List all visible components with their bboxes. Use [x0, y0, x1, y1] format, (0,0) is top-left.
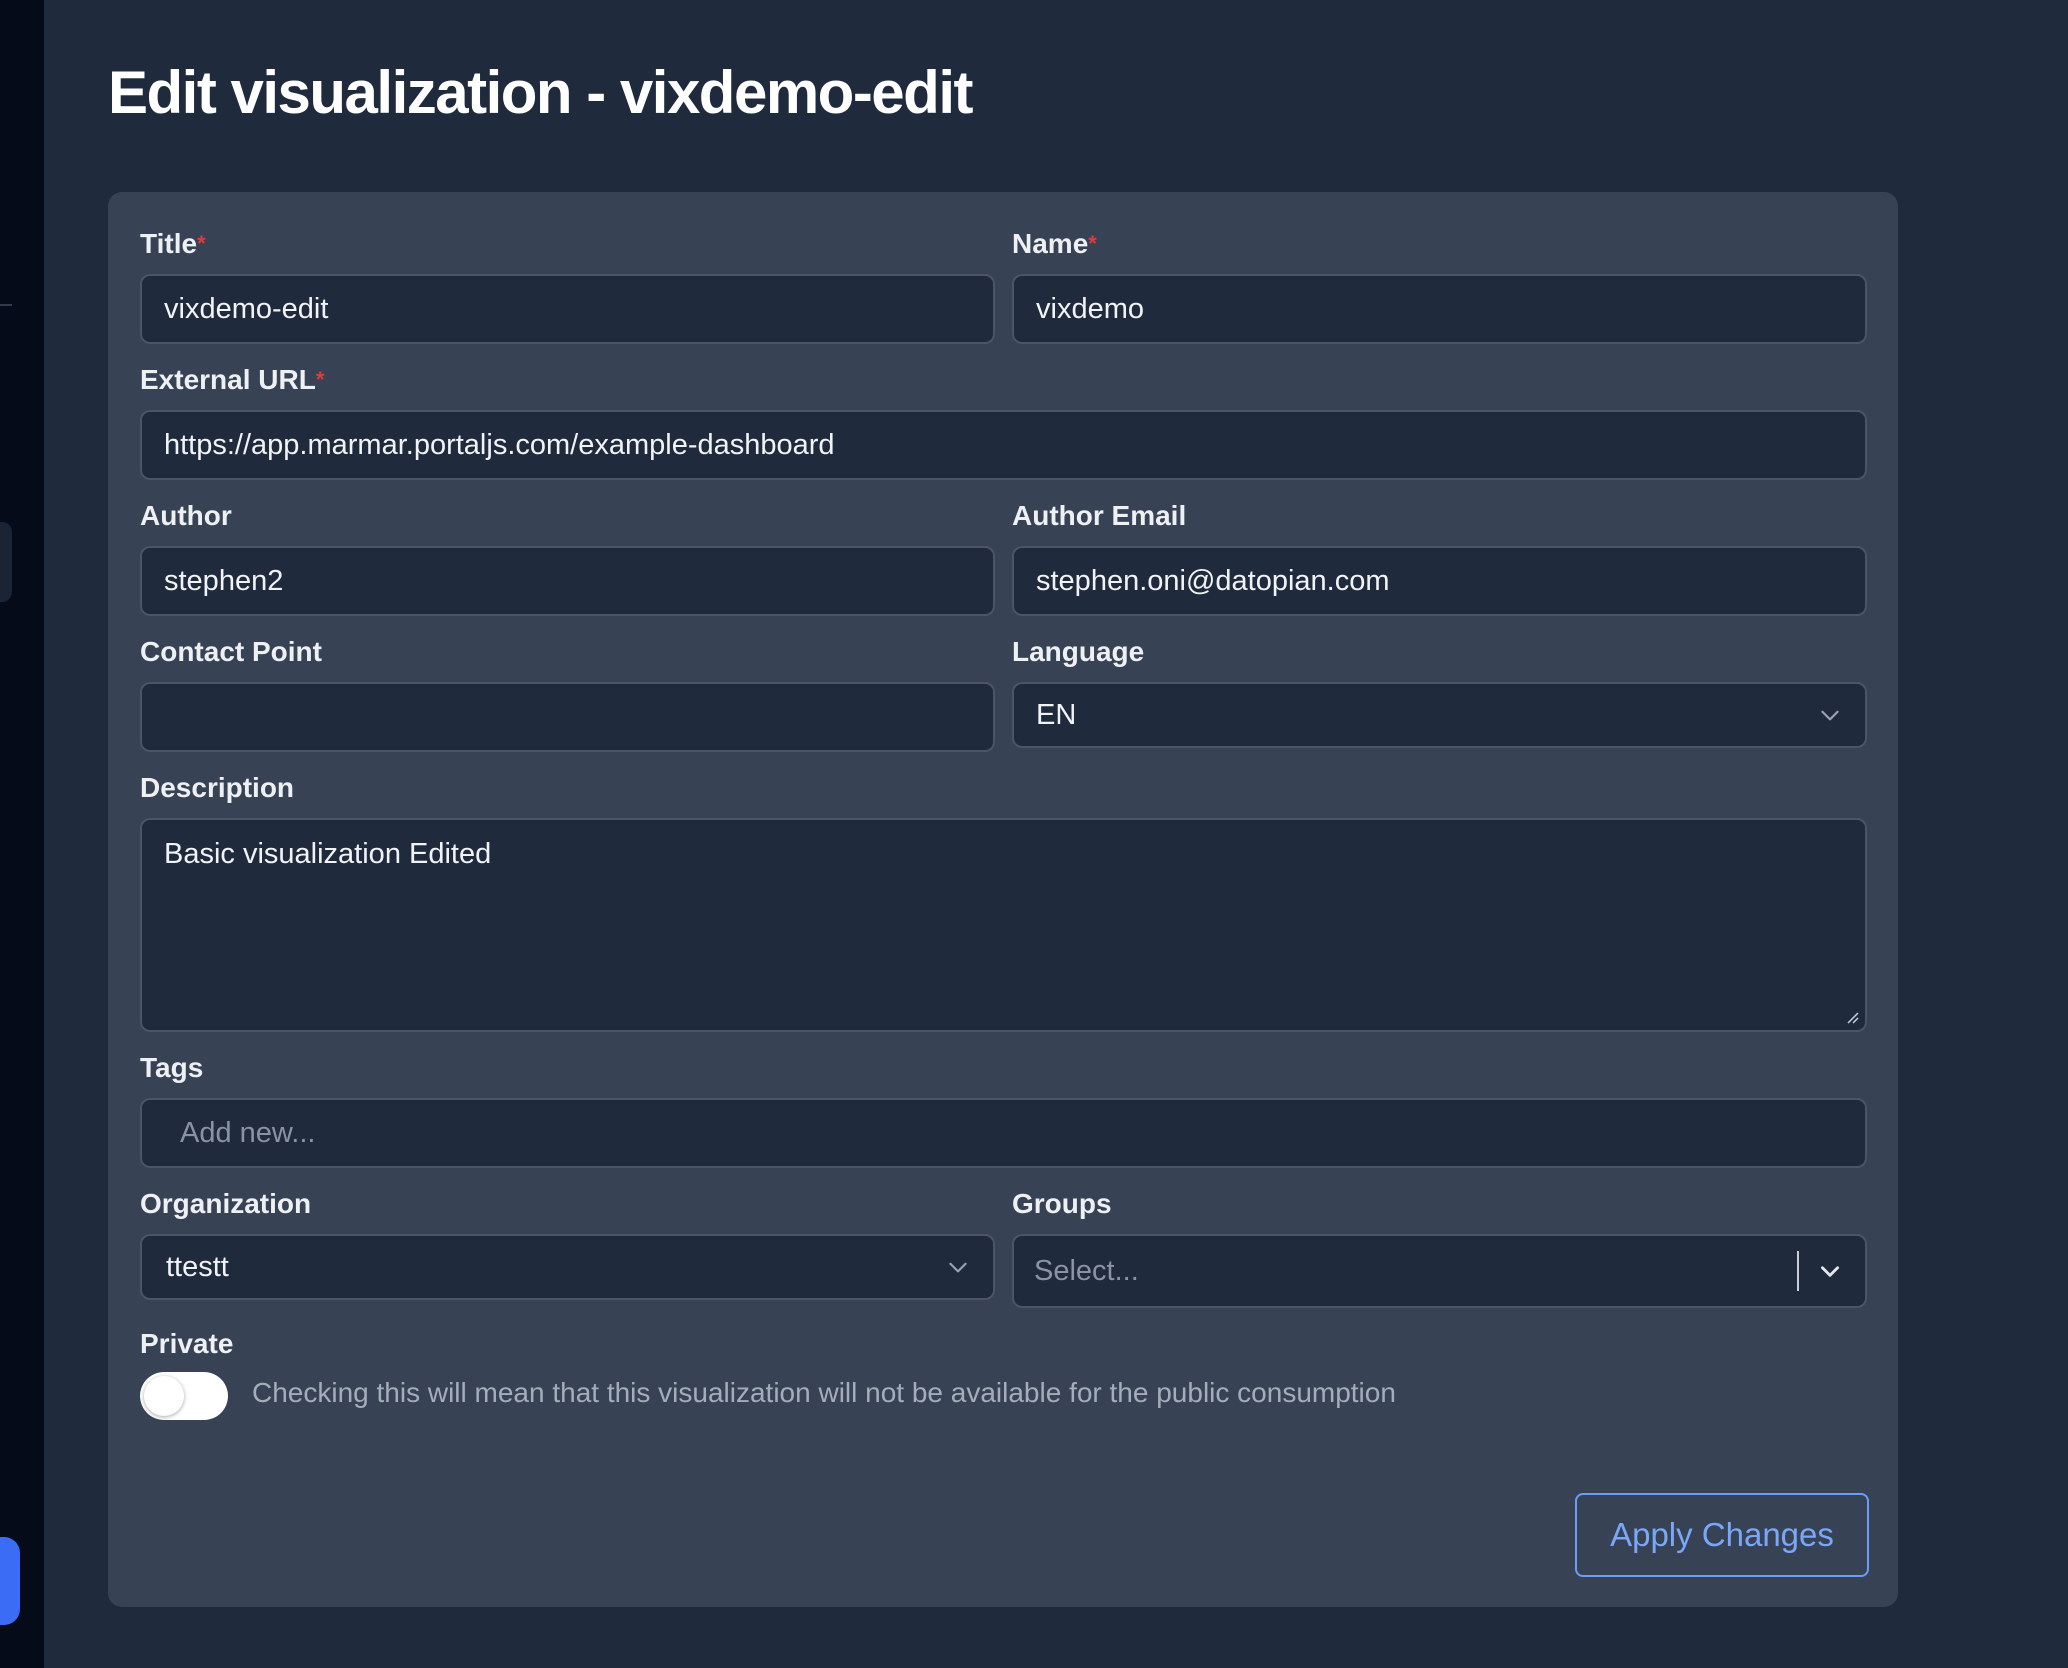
private-toggle[interactable] — [140, 1372, 228, 1420]
sidebar-divider — [0, 304, 12, 306]
private-label: Private — [140, 1328, 234, 1359]
organization-label: Organization — [140, 1188, 312, 1219]
groups-indicators — [1797, 1251, 1843, 1291]
groups-label: Groups — [1012, 1188, 1112, 1219]
chevron-down-icon — [1821, 710, 1839, 721]
external-url-input[interactable]: https://app.marmar.portaljs.com/example-… — [140, 410, 1867, 480]
author-email-label: Author Email — [1012, 500, 1187, 531]
name-label: Name* — [1012, 228, 1097, 259]
page-title: Edit visualization - vixdemo-edit — [108, 59, 973, 126]
groups-separator — [1797, 1251, 1799, 1291]
contact-point-label: Contact Point — [140, 636, 322, 667]
author-email-field-group: Author Email stephen.oni@datopian.com — [1012, 500, 1867, 616]
apply-changes-button[interactable]: Apply Changes — [1575, 1493, 1869, 1577]
description-field-group: Description Basic visualization Edited — [140, 772, 1867, 1032]
description-textarea[interactable]: Basic visualization Edited — [140, 818, 1867, 1032]
floating-action-button[interactable] — [0, 1537, 20, 1625]
contact-point-input[interactable] — [140, 682, 995, 752]
external-url-field-group: External URL* https://app.marmar.portalj… — [140, 364, 1867, 480]
description-label: Description — [140, 772, 295, 803]
title-input[interactable]: vixdemo-edit — [140, 274, 995, 344]
author-email-input[interactable]: stephen.oni@datopian.com — [1012, 546, 1867, 616]
contact-point-field-group: Contact Point — [140, 636, 995, 752]
author-field-group: Author stephen2 — [140, 500, 995, 616]
groups-select[interactable]: Select... — [1012, 1234, 1867, 1308]
sidebar-collapsed — [0, 0, 44, 1668]
organization-select[interactable]: ttestt — [140, 1234, 995, 1300]
language-select[interactable]: EN — [1012, 682, 1867, 748]
private-hint: Checking this will mean that this visual… — [252, 1377, 1396, 1408]
tags-label: Tags — [140, 1052, 204, 1083]
author-label: Author — [140, 500, 232, 531]
required-mark: * — [1088, 231, 1097, 256]
chevron-down-icon — [949, 1262, 967, 1273]
title-field-group: Title* vixdemo-edit — [140, 228, 995, 344]
private-toggle-knob — [144, 1376, 184, 1416]
tags-input[interactable]: Add new... — [140, 1098, 1867, 1168]
required-mark: * — [197, 231, 206, 256]
private-field-group: Private — [140, 1328, 540, 1374]
organization-selected-value: ttestt — [166, 1250, 229, 1283]
language-selected-value: EN — [1036, 698, 1077, 731]
resize-grip-icon[interactable] — [1845, 1010, 1859, 1024]
name-input[interactable]: vixdemo — [1012, 274, 1867, 344]
title-label: Title* — [140, 228, 206, 259]
language-label: Language — [1012, 636, 1145, 667]
sidebar-active-item[interactable] — [0, 522, 12, 602]
tags-field-group: Tags Add new... — [140, 1052, 1867, 1168]
edit-form-card: Title* vixdemo-edit Name* vixdemo Extern… — [108, 192, 1898, 1607]
chevron-down-icon[interactable] — [1817, 1258, 1843, 1284]
name-field-group: Name* vixdemo — [1012, 228, 1867, 344]
language-field-group: Language EN — [1012, 636, 1867, 748]
required-mark: * — [315, 367, 325, 392]
groups-field-group: Groups Select... — [1012, 1188, 1867, 1308]
external-url-label: External URL* — [140, 364, 325, 395]
organization-field-group: Organization ttestt — [140, 1188, 995, 1300]
groups-placeholder: Select... — [1034, 1254, 1139, 1287]
author-input[interactable]: stephen2 — [140, 546, 995, 616]
description-value: Basic visualization Edited — [164, 838, 492, 870]
